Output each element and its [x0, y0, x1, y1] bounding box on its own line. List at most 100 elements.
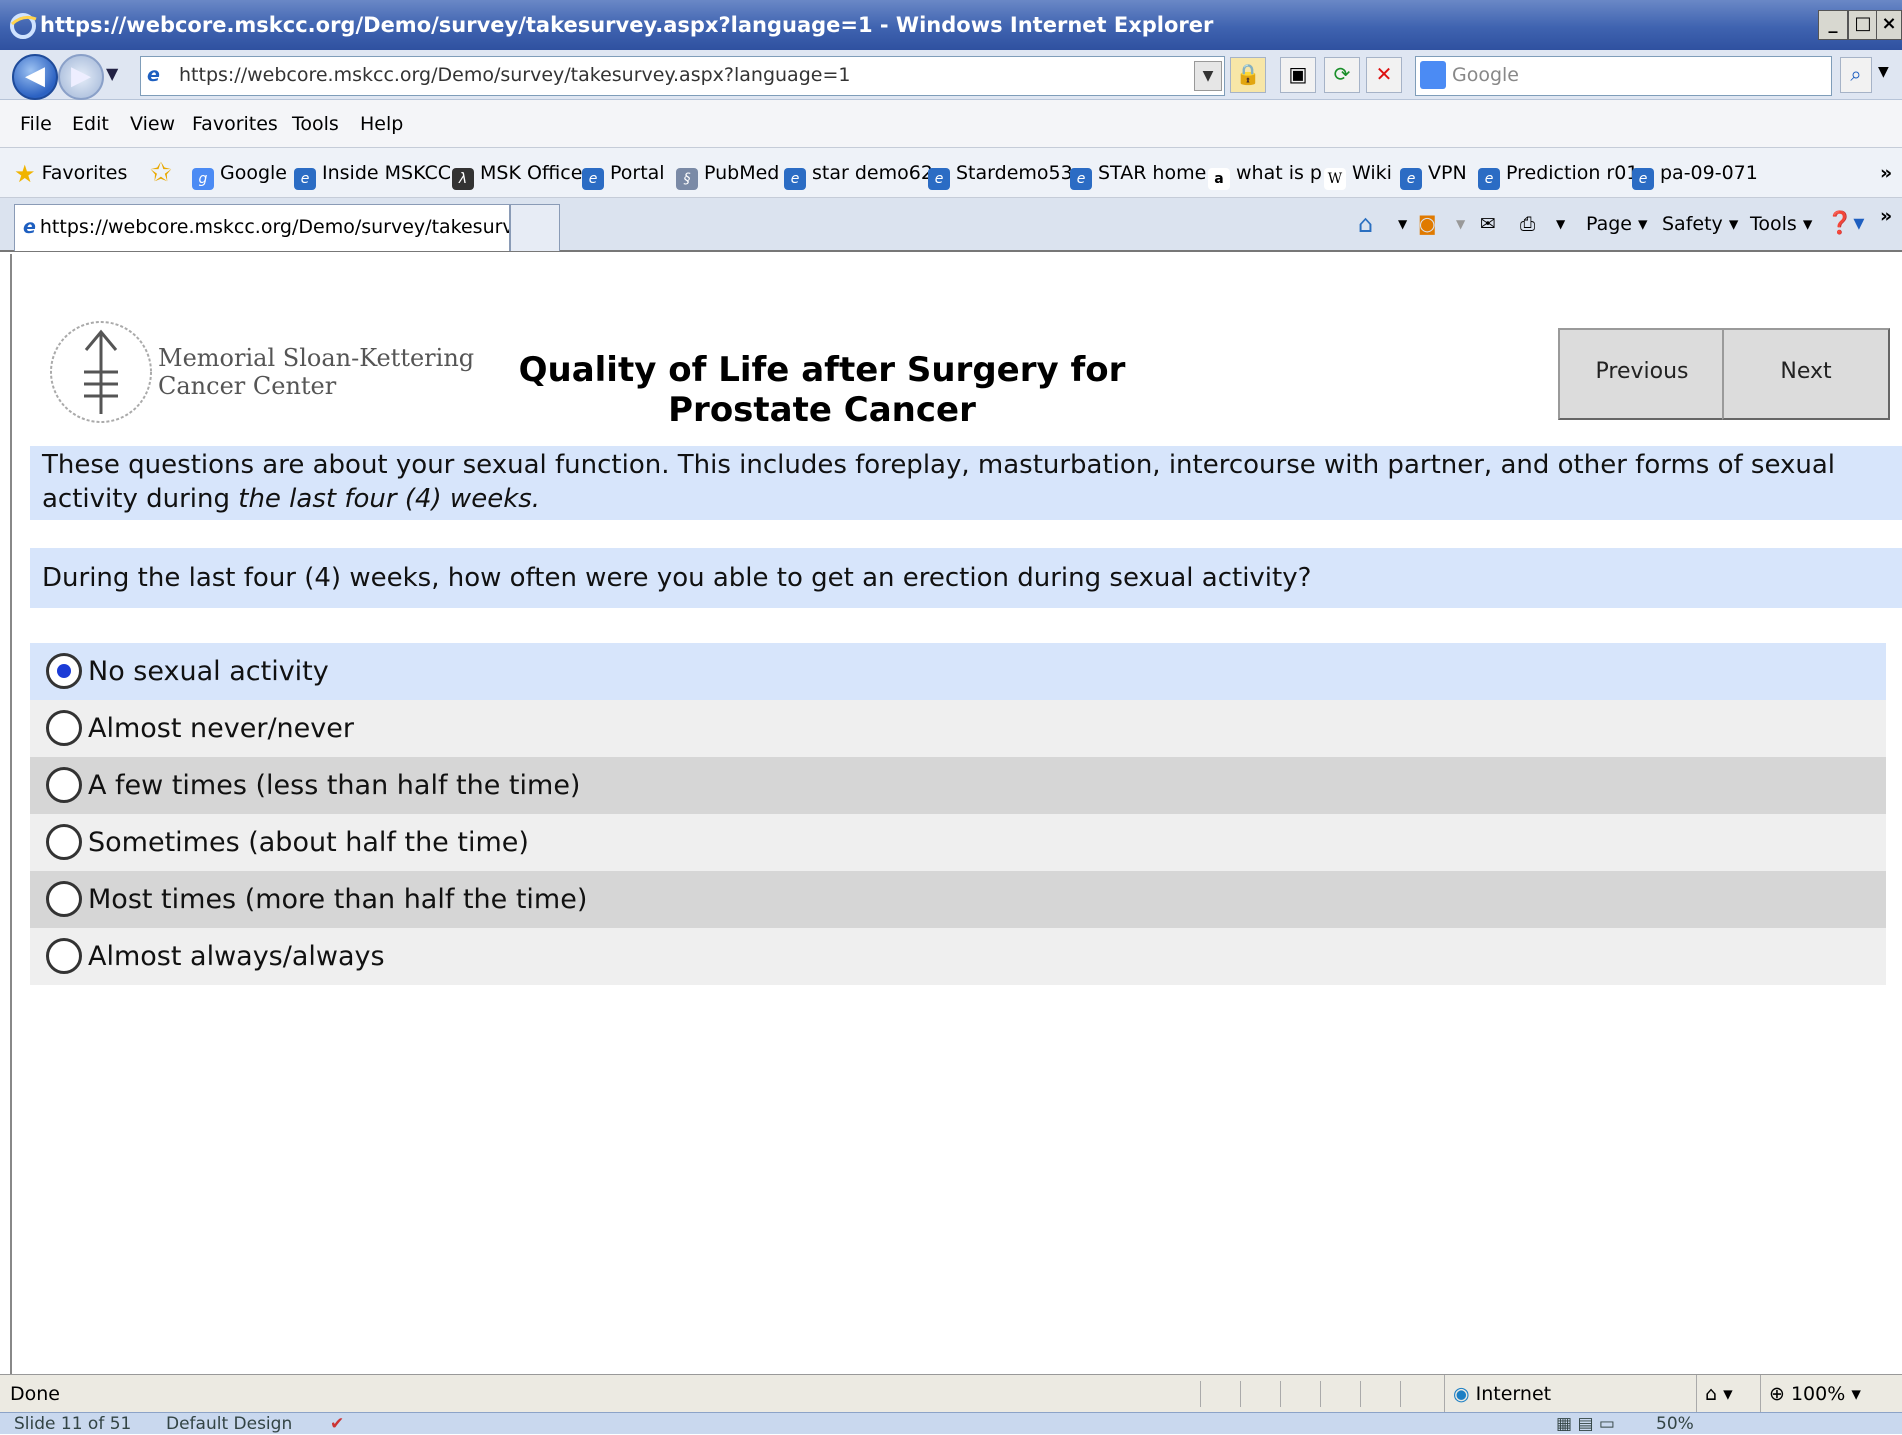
- answer-label: Most times (more than half the time): [88, 884, 588, 915]
- ie-page-icon: e: [1478, 168, 1500, 190]
- search-options-icon[interactable]: ▼: [1878, 64, 1889, 80]
- page-content: Memorial Sloan-Kettering Cancer Center Q…: [10, 254, 1902, 1374]
- compatibility-icon[interactable]: ▣: [1280, 57, 1316, 93]
- status-segment: [1280, 1381, 1317, 1407]
- help-icon[interactable]: ❓▾: [1826, 206, 1864, 242]
- new-tab-button[interactable]: [510, 204, 560, 251]
- feeds-dropdown-icon[interactable]: ▼: [1456, 206, 1465, 242]
- tab-bar: e https://webcore.mskcc.org/Demo/survey/t…: [0, 198, 1902, 252]
- back-button[interactable]: ◀: [12, 54, 58, 100]
- answer-label: A few times (less than half the time): [88, 770, 581, 801]
- menu-favorites[interactable]: Favorites: [192, 100, 278, 148]
- tab-title: https://webcore.mskcc.org/Demo/survey/ta…: [39, 216, 510, 238]
- radio-button-selected[interactable]: [46, 653, 82, 689]
- fav-star-demo62[interactable]: e star demo62: [784, 148, 933, 198]
- more-commands-icon[interactable]: »: [1880, 198, 1892, 234]
- next-button[interactable]: Next: [1722, 328, 1890, 420]
- protected-mode-icon[interactable]: ⌂ ▾: [1696, 1375, 1733, 1413]
- add-favorite-icon[interactable]: ✩: [150, 148, 172, 198]
- address-input[interactable]: e https://webcore.mskcc.org/Demo/survey/…: [140, 56, 1225, 96]
- fav-wiki[interactable]: W Wiki: [1324, 148, 1392, 198]
- fav-what-is-p[interactable]: a what is p: [1208, 148, 1322, 198]
- print-icon[interactable]: ⎙: [1520, 206, 1535, 242]
- radio-button[interactable]: [46, 767, 82, 803]
- answer-option[interactable]: Sometimes (about half the time): [30, 814, 1886, 871]
- favorites-button[interactable]: ★ Favorites: [14, 148, 127, 199]
- answer-option[interactable]: Most times (more than half the time): [30, 871, 1886, 928]
- answer-option[interactable]: A few times (less than half the time): [30, 757, 1886, 814]
- address-dropdown-icon[interactable]: ▼: [1194, 61, 1222, 91]
- menu-view[interactable]: View: [130, 100, 175, 148]
- design-name: Default Design: [166, 1414, 293, 1434]
- print-dropdown-icon[interactable]: ▼: [1556, 206, 1565, 242]
- search-input[interactable]: Google: [1415, 56, 1832, 96]
- question-text: During the last four (4) weeks, how ofte…: [30, 548, 1902, 608]
- answer-option[interactable]: No sexual activity: [30, 643, 1886, 700]
- minimize-button[interactable]: _: [1818, 10, 1848, 40]
- address-url: https://webcore.mskcc.org/Demo/survey/ta…: [179, 64, 851, 86]
- status-segment: [1320, 1381, 1357, 1407]
- fav-portal[interactable]: e Portal: [582, 148, 665, 198]
- answer-label: Almost never/never: [88, 713, 354, 744]
- ppt-zoom: 50%: [1656, 1414, 1694, 1434]
- view-buttons[interactable]: ▦ ▤ ▭: [1556, 1413, 1615, 1435]
- menu-file[interactable]: File: [20, 100, 52, 148]
- zoom-control[interactable]: ⊕ 100% ▾: [1760, 1375, 1861, 1413]
- search-go-icon[interactable]: ⌕: [1840, 57, 1872, 93]
- safety-menu[interactable]: Safety ▾: [1662, 206, 1738, 242]
- fav-pa-09-071[interactable]: e pa-09-071: [1632, 148, 1758, 198]
- mskcc-logo-icon: [50, 321, 152, 423]
- radio-button[interactable]: [46, 710, 82, 746]
- maximize-button[interactable]: □: [1848, 10, 1878, 40]
- fav-pubmed[interactable]: § PubMed: [676, 148, 779, 198]
- ie-page-icon: e: [23, 216, 36, 238]
- forward-button[interactable]: ▶: [58, 54, 104, 100]
- fav-stardemo53[interactable]: e Stardemo53: [928, 148, 1073, 198]
- address-toolbar: ◀ ▶ ▼ e https://webcore.mskcc.org/Demo/s…: [0, 50, 1902, 100]
- window-title: https://webcore.mskcc.org/Demo/survey/ta…: [40, 13, 1214, 37]
- fav-vpn[interactable]: e VPN: [1400, 148, 1467, 198]
- previous-button[interactable]: Previous: [1558, 328, 1726, 420]
- menu-bar: File Edit View Favorites Tools Help: [0, 100, 1902, 148]
- window-title-bar: https://webcore.mskcc.org/Demo/survey/ta…: [0, 0, 1902, 50]
- favorites-bar: ★ Favorites ✩ g Google e Inside MSKCC λ MSK…: [0, 148, 1902, 198]
- fav-google[interactable]: g Google: [192, 148, 287, 198]
- status-segment: [1240, 1381, 1277, 1407]
- dna-icon: §: [676, 168, 698, 190]
- stop-icon[interactable]: ✕: [1366, 57, 1402, 93]
- answer-option[interactable]: Almost always/always: [30, 928, 1886, 985]
- ie-page-icon: e: [294, 168, 316, 190]
- answer-label: Sometimes (about half the time): [88, 827, 529, 858]
- mail-icon[interactable]: ✉: [1480, 206, 1496, 242]
- survey-title: Quality of Life after Surgery for Prosta…: [518, 350, 1126, 430]
- radio-button[interactable]: [46, 824, 82, 860]
- fav-msk-office[interactable]: λ MSK Office: [452, 148, 582, 198]
- page-menu[interactable]: Page ▾: [1586, 206, 1648, 242]
- radio-button[interactable]: [46, 881, 82, 917]
- menu-edit[interactable]: Edit: [72, 100, 109, 148]
- tools-menu[interactable]: Tools ▾: [1750, 206, 1812, 242]
- answer-option[interactable]: Almost never/never: [30, 700, 1886, 757]
- menu-tools[interactable]: Tools: [292, 100, 339, 148]
- ie-page-icon: e: [1070, 168, 1092, 190]
- home-icon[interactable]: ⌂: [1358, 206, 1373, 242]
- feeds-icon[interactable]: ◙: [1418, 206, 1436, 242]
- home-dropdown-icon[interactable]: ▼: [1398, 206, 1407, 242]
- back-arrow-icon: ◀: [25, 61, 45, 91]
- menu-help[interactable]: Help: [360, 100, 403, 148]
- radio-button[interactable]: [46, 938, 82, 974]
- tab-current[interactable]: e https://webcore.mskcc.org/Demo/survey/t…: [14, 204, 510, 251]
- fav-star-home[interactable]: e STAR home: [1070, 148, 1206, 198]
- org-name-line2: Cancer Center: [158, 372, 337, 400]
- status-segment: [1200, 1381, 1237, 1407]
- amazon-icon: a: [1208, 168, 1230, 190]
- history-dropdown-icon[interactable]: ▼: [106, 64, 118, 83]
- refresh-icon[interactable]: ⟳: [1324, 57, 1360, 93]
- close-window-button[interactable]: ×: [1876, 10, 1902, 40]
- status-segment: [1360, 1381, 1397, 1407]
- more-favorites-icon[interactable]: »: [1880, 148, 1892, 198]
- fav-inside-mskcc[interactable]: e Inside MSKCC: [294, 148, 451, 198]
- fav-prediction-r01[interactable]: e Prediction r01: [1478, 148, 1638, 198]
- status-segment: [1400, 1381, 1437, 1407]
- lock-icon[interactable]: 🔒: [1230, 57, 1266, 93]
